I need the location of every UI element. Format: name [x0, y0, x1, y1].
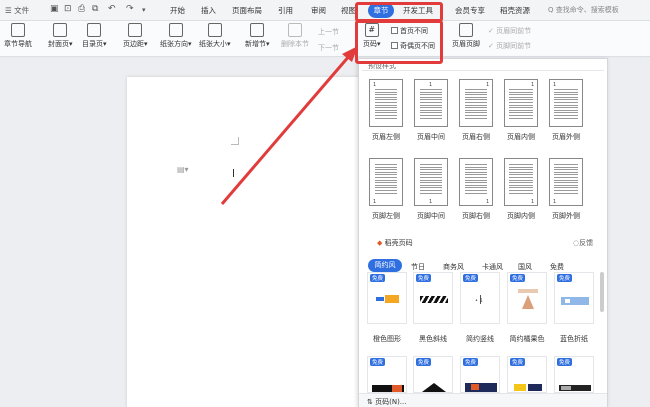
annotation-arrow	[220, 46, 358, 205]
